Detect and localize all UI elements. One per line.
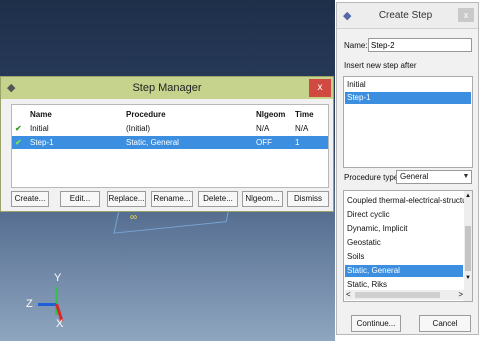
list-item[interactable]: Coupled thermal-electrical-structural [345, 195, 472, 207]
rename-button[interactable]: Rename... [151, 191, 193, 207]
edit-button[interactable]: Edit... [60, 191, 100, 207]
delete-button[interactable]: Delete... [198, 191, 238, 207]
list-item[interactable]: Geostatic [345, 237, 471, 249]
procedure-type-label: Procedure type: [344, 173, 401, 182]
horizontal-scrollbar[interactable]: < > [345, 290, 465, 300]
row-procedure: (Initial) [126, 124, 151, 133]
cancel-button[interactable]: Cancel [419, 315, 471, 332]
boundary-condition-symbol: ∞ [130, 212, 138, 223]
dismiss-button[interactable]: Dismiss [287, 191, 329, 207]
table-row[interactable]: ✔ Initial (Initial) N/A N/A [12, 122, 328, 135]
column-header-time: Time [295, 110, 314, 119]
replace-button[interactable]: Replace... [107, 191, 146, 207]
continue-button[interactable]: Continue... [351, 315, 401, 332]
procedure-type-select[interactable]: General ▼ [396, 170, 472, 184]
list-item[interactable]: Dynamic, Implicit [345, 223, 471, 235]
column-header-procedure: Procedure [126, 110, 166, 119]
row-name: Step-1 [30, 138, 54, 147]
table-row[interactable]: ✔ Step-1 Static, General OFF 1 [12, 136, 328, 149]
list-item[interactable]: Soils [345, 251, 471, 263]
procedure-list[interactable]: Coupled thermal-electrical-structural Di… [343, 190, 473, 302]
close-icon[interactable]: x [458, 8, 474, 22]
column-header-nlgeom: Nlgeom [256, 110, 286, 119]
close-icon[interactable]: x [309, 79, 331, 97]
list-item[interactable]: Step-1 [345, 92, 471, 104]
list-item[interactable]: Static, General [345, 265, 463, 277]
steps-table: Name Procedure Nlgeom Time ✔ Initial (In… [11, 104, 329, 188]
create-button[interactable]: Create... [11, 191, 49, 207]
row-time: 1 [295, 138, 300, 147]
insert-after-label: Insert new step after [344, 61, 417, 70]
scroll-thumb[interactable] [465, 226, 471, 271]
axis-x-label: X [56, 318, 64, 330]
create-step-title: Create Step [378, 10, 433, 21]
step-manager-button-bar: Create... Edit... Replace... Rename... D… [11, 191, 329, 207]
scroll-right-icon[interactable]: > [458, 290, 463, 300]
chevron-down-icon: ▼ [462, 173, 470, 180]
create-step-dialog: ◆ Create Step x Name: Insert new step af… [336, 2, 479, 335]
nlgeom-button[interactable]: Nlgeom... [242, 191, 283, 207]
step-manager-titlebar[interactable]: ◆ Step Manager x [1, 77, 333, 99]
app-logo-icon: ◆ [343, 10, 352, 22]
column-header-name: Name [30, 110, 52, 119]
row-nlgeom: N/A [256, 124, 270, 133]
scroll-left-icon[interactable]: < [346, 290, 351, 300]
list-item[interactable]: Direct cyclic [345, 209, 471, 221]
axis-z-arrow [38, 303, 56, 306]
list-item[interactable]: Initial [345, 79, 471, 91]
row-procedure: Static, General [126, 138, 179, 147]
row-name: Initial [30, 124, 49, 133]
scroll-thumb[interactable] [355, 292, 440, 298]
step-manager-title: Step Manager [132, 82, 202, 94]
axis-y-label: Y [54, 272, 62, 284]
procedure-type-value: General [400, 172, 429, 181]
axis-z-label: Z [26, 298, 33, 310]
insert-after-list[interactable]: Initial Step-1 [343, 76, 473, 168]
create-step-titlebar[interactable]: ◆ Create Step x [337, 3, 478, 29]
row-time: N/A [295, 124, 309, 133]
check-icon: ✔ [15, 138, 22, 147]
step-manager-dialog: ◆ Step Manager x Name Procedure Nlgeom T… [0, 76, 334, 212]
row-nlgeom: OFF [256, 138, 272, 147]
scroll-up-icon[interactable]: ▲ [464, 191, 472, 201]
check-icon: ✔ [15, 124, 22, 133]
name-label: Name: [344, 41, 368, 50]
table-header: Name Procedure Nlgeom Time [12, 108, 328, 121]
step-name-input[interactable] [368, 38, 472, 52]
vertical-scrollbar[interactable]: ▲ ▼ [464, 191, 472, 301]
scroll-down-icon[interactable]: ▼ [464, 273, 472, 283]
